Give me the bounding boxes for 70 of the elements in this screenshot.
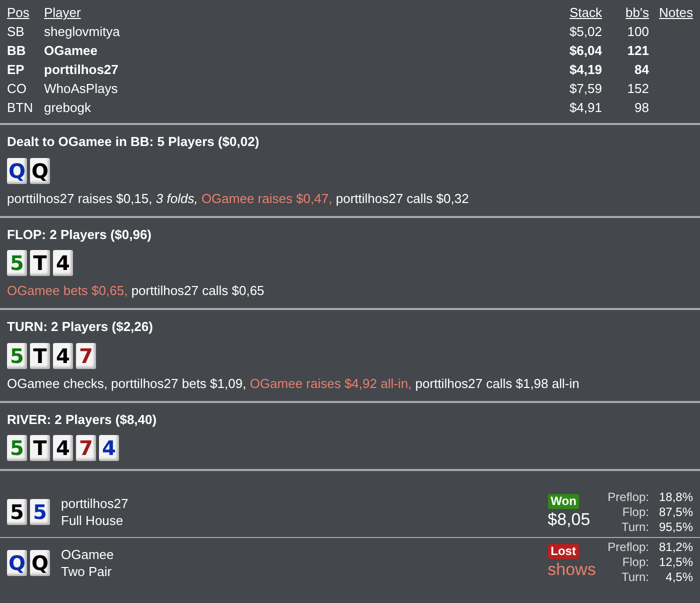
table-cell-text: $4,19	[568, 61, 602, 79]
street-title: TURN: 2 Players ($2,26)	[7, 318, 154, 336]
playing-card: 7	[76, 435, 96, 461]
equity-value: 4,5%	[664, 570, 693, 585]
table-cell-text: 84	[634, 61, 649, 79]
equity-label: Preflop:	[608, 490, 649, 504]
column-header[interactable]: Notes	[649, 3, 693, 22]
table-cell-text: grebogk	[44, 99, 92, 117]
playing-card: 4	[99, 435, 119, 461]
table-cell-text: porttilhos27	[44, 61, 120, 79]
equity-value: 81,2%	[658, 540, 693, 555]
hand-rank: Two Pair	[61, 562, 113, 580]
playing-card: Q	[7, 158, 27, 184]
result-badge: Lost	[548, 544, 579, 559]
table-cell-text: sheglovmitya	[44, 23, 121, 41]
playing-card: 4	[53, 250, 73, 276]
table-cell-text: 152	[626, 80, 649, 98]
table-cell-text: BTN	[7, 99, 34, 117]
playing-card: Q	[30, 550, 50, 576]
table-cell-text: WhoAsPlays	[44, 80, 119, 98]
action-line: OGamee checks, porttilhos27 bets $1,09, OGamee raises $4,92 all-in, porttilhos27 calls $1,98 all-in	[7, 374, 580, 392]
equity-value: 95,5%	[658, 520, 693, 534]
equity-value: 12,5%	[658, 555, 693, 570]
playing-card: 4	[53, 435, 73, 461]
result-amount: shows	[548, 559, 596, 581]
equity-label: Preflop:	[608, 540, 649, 555]
table-cell-text: OGamee	[44, 42, 98, 60]
hand-rank: Full House	[61, 512, 124, 529]
table-cell-text: SB	[7, 23, 26, 41]
playing-card: 5	[7, 499, 27, 525]
table-cell-text: $6,04	[568, 42, 602, 60]
playing-card: T	[30, 250, 50, 276]
equity-label: Turn:	[620, 520, 649, 534]
table-cell-text: $7,59	[568, 80, 602, 98]
table-cell-text: CO	[7, 80, 28, 98]
player-name: OGamee	[61, 546, 114, 562]
table-cell-text: 121	[626, 42, 649, 60]
player-name: porttilhos27	[61, 495, 128, 512]
column-header[interactable]: Stack	[532, 3, 602, 22]
playing-card: 5	[30, 499, 50, 525]
equity-label: Flop:	[621, 555, 649, 570]
column-header[interactable]: Pos	[7, 3, 44, 22]
equity-value: 18,8%	[658, 490, 693, 504]
table-cell-text: BB	[7, 42, 27, 60]
equity-label: Flop:	[621, 504, 649, 520]
table-cell-text: EP	[7, 61, 26, 79]
equity-label: Turn:	[620, 570, 649, 585]
playing-card: Q	[30, 158, 50, 184]
street-title: RIVER: 2 Players ($8,40)	[7, 410, 158, 429]
table-cell-text: 98	[634, 99, 649, 117]
result-badge: Won	[548, 494, 580, 508]
action-line: porttilhos27 raises $0,15, 3 folds, OGamee raises $0,47, porttilhos27 calls $0,32	[7, 190, 470, 208]
playing-card: T	[30, 435, 50, 461]
playing-card: Q	[7, 550, 27, 576]
column-header[interactable]: Player	[44, 3, 532, 22]
equity-value: 87,5%	[658, 504, 693, 520]
column-header[interactable]: bb's	[602, 3, 649, 22]
playing-card: T	[30, 342, 50, 368]
street-title: Dealt to OGamee in BB: 5 Players ($0,02)	[7, 133, 260, 151]
table-cell-text: $5,02	[568, 23, 602, 41]
playing-card: 5	[7, 435, 27, 461]
result-amount: $8,05	[548, 508, 590, 530]
playing-card: 5	[7, 342, 27, 368]
playing-card: 5	[7, 250, 27, 276]
playing-card: 7	[76, 342, 96, 368]
playing-card: 4	[53, 342, 73, 368]
table-cell-text: $4,91	[568, 99, 602, 117]
action-line: OGamee bets $0,65, porttilhos27 calls $0,65	[7, 282, 266, 300]
table-cell-text: 100	[626, 23, 649, 41]
street-title: FLOP: 2 Players ($0,96)	[7, 226, 153, 244]
